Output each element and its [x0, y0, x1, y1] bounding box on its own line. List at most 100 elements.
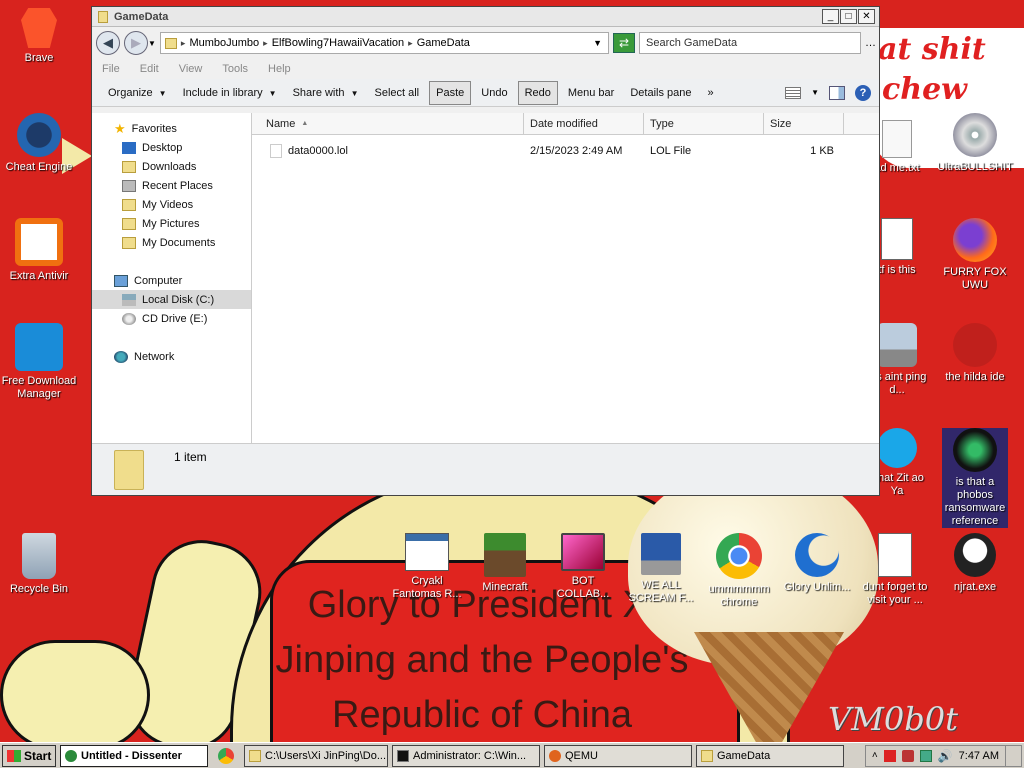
forward-button[interactable]: ▶	[124, 31, 148, 55]
desktop-icon-chrome[interactable]: ummmmmm chrome	[700, 533, 778, 609]
desktop-icon-minecraft[interactable]: Minecraft	[466, 533, 544, 594]
file-date: 2/15/2023 2:49 AM	[530, 145, 623, 157]
nav-cd-drive-e[interactable]: CD Drive (E:)	[92, 309, 251, 328]
app-window-icon	[405, 533, 449, 571]
select-all-button[interactable]: Select all	[368, 83, 425, 103]
address-dropdown-icon[interactable]: ▼	[593, 38, 602, 48]
maximize-button[interactable]: □	[840, 9, 857, 24]
nav-favorites[interactable]: ★ Favorites	[92, 119, 251, 138]
desktop-icon-label: njrat.exe	[953, 581, 997, 593]
include-in-library-button[interactable]: Include in library ▼	[177, 83, 283, 103]
column-name[interactable]: Name ▲	[252, 113, 524, 134]
details-pane-button[interactable]: Details pane	[624, 83, 697, 103]
view-dropdown-icon[interactable]: ▼	[811, 88, 819, 97]
volume-icon[interactable]: 🔊	[938, 749, 953, 763]
nav-my-documents[interactable]: My Documents	[92, 233, 251, 252]
nav-computer[interactable]: Computer	[92, 271, 251, 290]
menu-tools[interactable]: Tools	[222, 63, 248, 75]
nav-recent-places[interactable]: Recent Places	[92, 176, 251, 195]
task-cmd[interactable]: Administrator: C:\Win...	[392, 744, 540, 767]
devcpp-icon	[953, 323, 997, 367]
address-bar[interactable]: ▸ MumboJumbo ▸ ElfBowling7HawaiiVacation…	[159, 32, 609, 54]
breadcrumb-gamedata[interactable]: GameData	[417, 37, 470, 49]
undo-button[interactable]: Undo	[475, 83, 513, 103]
desktop-icon-bot-collab[interactable]: BOT COLLAB...	[544, 533, 622, 601]
show-desktop-button[interactable]	[1005, 745, 1015, 766]
security-icon[interactable]	[901, 749, 914, 762]
nav-recent-places-label: Recent Places	[142, 179, 213, 192]
column-type[interactable]: Type	[644, 113, 764, 134]
desktop-icon-dunt-forget[interactable]: dunt forget to visit your ...	[856, 533, 934, 607]
back-button[interactable]: ◀	[96, 31, 120, 55]
show-hidden-icons-icon[interactable]: ˄	[872, 750, 878, 761]
task-gamedata[interactable]: GameData	[696, 744, 844, 767]
recent-pages-dropdown-icon[interactable]: ▼	[148, 39, 156, 48]
desktop-icon-cheat-engine[interactable]: Cheat Engine	[0, 113, 78, 174]
desktop-icon-label: the hilda ide	[945, 371, 1005, 383]
task-explorer-documents[interactable]: C:\Users\Xi JinPing\Do...	[244, 744, 388, 767]
desktop-icon-we-all-scream[interactable]: WE ALL SCREAM F...	[622, 533, 700, 605]
organize-button[interactable]: Organize ▼	[102, 83, 173, 103]
search-input[interactable]: Search GameData	[639, 32, 861, 54]
minimize-button[interactable]: _	[822, 9, 839, 24]
menu-view[interactable]: View	[179, 63, 203, 75]
wallpaper-watermark: VM0b0t	[828, 700, 958, 738]
taskbar: Start Untitled - Dissenter C:\Users\Xi J…	[0, 742, 1024, 768]
desktop-icon-free-download-manager[interactable]: Free Download Manager	[0, 323, 78, 401]
desktop-icon-label: Recycle Bin	[9, 583, 69, 595]
preview-pane-icon[interactable]	[829, 85, 845, 100]
paste-button[interactable]: Paste	[429, 80, 472, 105]
include-in-library-label: Include in library	[182, 86, 263, 99]
skype-icon	[877, 428, 917, 468]
desktop-icon-glory-unlimited[interactable]: Glory Unlim...	[778, 533, 856, 594]
flag-icon[interactable]	[883, 749, 896, 762]
menu-file[interactable]: File	[102, 63, 120, 75]
file-list: Name ▲ Date modified Type Size data0000.…	[252, 113, 879, 443]
menu-bar-button[interactable]: Menu bar	[562, 83, 620, 103]
breadcrumb-separator-icon[interactable]: ▸	[408, 38, 413, 49]
view-options-icon[interactable]	[785, 86, 802, 99]
menu-edit[interactable]: Edit	[140, 63, 159, 75]
redo-button[interactable]: Redo	[517, 80, 558, 105]
nav-local-disk-c[interactable]: Local Disk (C:)	[92, 290, 251, 309]
task-dissenter[interactable]: Untitled - Dissenter	[60, 744, 208, 767]
help-icon[interactable]: ?	[855, 84, 871, 101]
desktop-icon-ultrabullshit[interactable]: UltraBULLSHIT	[936, 113, 1014, 174]
column-size[interactable]: Size	[764, 113, 844, 134]
clock[interactable]: 7:47 AM	[959, 750, 999, 762]
nav-my-pictures[interactable]: My Pictures	[92, 214, 251, 233]
desktop-icon	[122, 141, 136, 154]
column-date-modified[interactable]: Date modified	[524, 113, 644, 134]
address-row: ◀ ▶ ▼ ▸ MumboJumbo ▸ ElfBowling7HawaiiVa…	[92, 27, 879, 59]
breadcrumb-elfbowling[interactable]: ElfBowling7HawaiiVacation	[272, 37, 404, 49]
desktop-icon-phobos[interactable]: is that a phobos ransomware reference	[942, 428, 1008, 528]
desktop-icon-recycle-bin[interactable]: Recycle Bin	[0, 533, 78, 596]
desktop-icon-label: ad me.txt	[874, 162, 920, 174]
close-button[interactable]: ✕	[858, 9, 875, 24]
nav-downloads[interactable]: Downloads	[92, 157, 251, 176]
menu-help[interactable]: Help	[268, 63, 291, 75]
chrome-icon[interactable]	[218, 747, 234, 764]
breadcrumb-separator-icon[interactable]: ▸	[263, 38, 268, 49]
share-with-button[interactable]: Share with ▼	[287, 83, 365, 103]
nav-my-videos[interactable]: My Videos	[92, 195, 251, 214]
desktop-icon-cryakl[interactable]: Cryakl Fantomas R...	[388, 533, 466, 601]
window-titlebar[interactable]: GameData _ □ ✕	[92, 7, 879, 27]
desktop-icon-label: Cheat Engine	[5, 161, 73, 173]
desktop-icon-brave[interactable]: Brave	[0, 8, 78, 65]
desktop-icon-devcpp[interactable]: the hilda ide	[936, 323, 1014, 384]
desktop-icon-antivirus[interactable]: Extra Antivir	[0, 218, 78, 283]
network-icon[interactable]	[919, 749, 932, 762]
refresh-button[interactable]: ⇄	[613, 33, 635, 53]
nav-network[interactable]: Network	[92, 347, 251, 366]
desktop-icon-firefox[interactable]: FURRY FOX UWU	[936, 218, 1014, 292]
desktop-icon-njrat[interactable]: njrat.exe	[936, 533, 1014, 594]
more-commands-button[interactable]: »	[702, 83, 720, 103]
start-button[interactable]: Start	[2, 744, 56, 767]
nav-desktop[interactable]: Desktop	[92, 138, 251, 157]
antivirus-icon	[15, 218, 63, 266]
search-overflow-icon[interactable]: …	[865, 37, 876, 49]
task-qemu[interactable]: QEMU	[544, 744, 692, 767]
file-row[interactable]: data0000.lol 2/15/2023 2:49 AM LOL File …	[252, 141, 879, 161]
breadcrumb-mumbojumbo[interactable]: MumboJumbo	[189, 37, 259, 49]
